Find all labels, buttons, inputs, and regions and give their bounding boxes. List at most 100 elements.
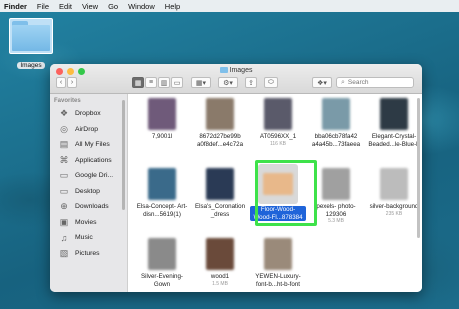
file-name: pexels- photo-129306 [316, 203, 356, 218]
search-input[interactable] [347, 79, 408, 86]
file-thumbnail [380, 168, 408, 200]
file-thumbnail [148, 238, 176, 270]
share-icon: ⇪ [248, 79, 254, 87]
file-item[interactable]: Elsa-Concept- Art-disn...5619(1) [134, 168, 190, 218]
all-files-icon: ▤ [59, 139, 69, 150]
folder-icon [219, 67, 228, 73]
file-thumbnail [264, 238, 292, 270]
file-thumbnail [264, 98, 292, 130]
sidebar-item-all-my-files[interactable]: ▤ All My Files [50, 137, 127, 153]
sidebar-item-dropbox[interactable]: ❖ Dropbox [50, 106, 127, 122]
gear-icon: ⚙▾ [223, 79, 233, 87]
gallery-view-button[interactable]: ▭ [171, 77, 183, 88]
file-item[interactable]: silver-background 235 KB [366, 168, 422, 217]
dropbox-icon: ❖▾ [317, 79, 327, 87]
file-size: 116 KB [269, 140, 287, 147]
file-item[interactable]: wood1 1.5 MB [192, 238, 248, 287]
file-item[interactable]: Elsa's_Coronation _dress [192, 168, 248, 218]
file-name: YEWEN-Luxury- font-b...ht-b-font [255, 273, 301, 288]
google-drive-icon: ▭ [59, 170, 69, 181]
sidebar-item-label: Desktop [75, 187, 100, 195]
file-thumbnail [148, 168, 176, 200]
sidebar-item-applications[interactable]: ⌘ Applications [50, 153, 127, 169]
action-gear-button[interactable]: ⚙▾ [218, 77, 238, 88]
file-item[interactable]: 8672d27be99b a0f8def...e4c72a [192, 98, 248, 148]
file-grid-area: 7,9001l 8672d27be99b a0f8def...e4c72a AT… [128, 94, 422, 292]
file-thumbnail [322, 98, 350, 130]
sidebar-item-label: Music [75, 234, 93, 242]
sidebar-item-label: Movies [75, 218, 97, 226]
menu-edit[interactable]: Edit [59, 2, 72, 11]
menu-bar: Finder File Edit View Go Window Help [0, 0, 459, 12]
window-title: Images [50, 67, 422, 74]
sidebar-item-label: Pictures [75, 249, 100, 257]
icon-view-button[interactable]: ▦ [132, 77, 144, 88]
file-name: 7,9001l [151, 133, 173, 140]
file-item[interactable]: Elegant-Crystal- Beaded...le-Blue-b [366, 98, 422, 148]
tag-button[interactable]: ⬭ [264, 77, 278, 88]
sidebar-item-pictures[interactable]: ▧ Pictures [50, 246, 127, 262]
sidebar-item-label: AirDrop [75, 125, 99, 133]
file-item[interactable]: bba06cb78fa42 a4a45b...73faeea [308, 98, 364, 148]
file-name: silver-background [369, 203, 419, 210]
file-name: Elsa-Concept- Art-disn...5619(1) [136, 203, 188, 218]
column-view-button[interactable]: ▥ [158, 77, 170, 88]
file-thumbnail [206, 238, 234, 270]
menu-go[interactable]: Go [108, 2, 118, 11]
window-title-text: Images [229, 67, 253, 74]
sidebar-item-label: Downloads [75, 203, 109, 211]
group-button[interactable]: ▦▾ [191, 77, 211, 88]
sidebar-item-desktop[interactable]: ▭ Desktop [50, 184, 127, 200]
forward-button[interactable]: › [67, 77, 77, 88]
back-button[interactable]: ‹ [56, 77, 66, 88]
sidebar-heading: Favorites [54, 98, 81, 104]
menu-file[interactable]: File [37, 2, 49, 11]
desktop-folder-images[interactable]: Images [8, 18, 54, 72]
applications-icon: ⌘ [59, 154, 69, 165]
menu-finder[interactable]: Finder [4, 2, 27, 11]
sidebar-item-music[interactable]: ♫ Music [50, 230, 127, 246]
file-item[interactable]: 7,9001l [134, 98, 190, 141]
menu-window[interactable]: Window [128, 2, 155, 11]
share-button[interactable]: ⇪ [245, 77, 257, 88]
dropbox-icon: ❖ [59, 108, 69, 119]
file-item[interactable]: pexels- photo-129306 5.3 MB [308, 168, 364, 224]
file-name: Silver-Evening- Gown [141, 273, 183, 288]
title-bar: Images ‹ › ▦ ≡ ▥ ▭ ▦▾ ⚙▾ ⇪ ⬭ ❖▾ ⌕ [50, 64, 422, 94]
dropbox-toolbar-button[interactable]: ❖▾ [312, 77, 332, 88]
search-icon: ⌕ [341, 78, 345, 86]
menu-view[interactable]: View [82, 2, 98, 11]
file-size: 235 KB [385, 210, 403, 217]
airdrop-icon: ◎ [60, 123, 68, 134]
sidebar: Favorites ❖ Dropbox ◎ AirDrop ▤ All My File… [50, 94, 128, 292]
toolbar: ‹ › ▦ ≡ ▥ ▭ ▦▾ ⚙▾ ⇪ ⬭ ❖▾ ⌕ [50, 77, 422, 91]
sidebar-item-airdrop[interactable]: ◎ AirDrop [50, 122, 127, 138]
search-field[interactable]: ⌕ [336, 77, 414, 88]
file-name: Elegant-Crystal- Beaded...le-Blue-b [368, 133, 420, 148]
content-scrollbar[interactable] [417, 98, 420, 238]
sidebar-scrollbar[interactable] [122, 100, 125, 210]
file-size: 5.3 MB [328, 218, 344, 224]
desktop-icon: ▭ [59, 185, 69, 196]
sidebar-item-label: Applications [75, 156, 112, 164]
file-item-selected[interactable]: Floor-Wood- Wood-Fl...878384 [250, 164, 306, 224]
sidebar-item-label: Dropbox [75, 110, 101, 118]
file-item[interactable]: AT0596XX_1 116 KB [250, 98, 306, 147]
sidebar-item-movies[interactable]: ▣ Movies [50, 215, 127, 231]
tag-icon: ⬭ [268, 78, 274, 86]
sidebar-item-downloads[interactable]: ⊕ Downloads [50, 199, 127, 215]
movies-icon: ▣ [59, 216, 69, 227]
file-item[interactable]: YEWEN-Luxury- font-b...ht-b-font [250, 238, 306, 288]
menu-help[interactable]: Help [165, 2, 180, 11]
desktop-folder-label: Images [17, 62, 45, 69]
music-icon: ♫ [60, 232, 68, 243]
list-view-button[interactable]: ≡ [145, 77, 157, 88]
file-thumbnail [263, 173, 293, 195]
sidebar-item-label: Google Dri... [75, 172, 114, 180]
file-size: 1.5 MB [212, 280, 228, 287]
sidebar-item-google-drive[interactable]: ▭ Google Dri... [50, 168, 127, 184]
file-name: wood1 [210, 273, 230, 280]
file-thumbnail [380, 98, 408, 130]
file-name: AT0596XX_1 [259, 133, 297, 140]
file-item[interactable]: Silver-Evening- Gown [134, 238, 190, 288]
